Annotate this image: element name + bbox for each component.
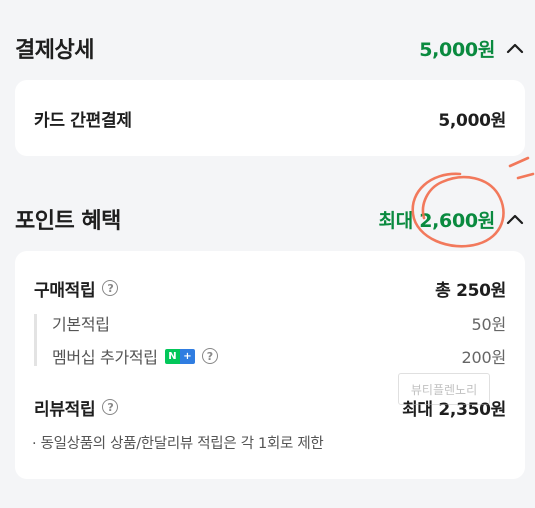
plus-icon: +: [179, 348, 195, 364]
payment-total: 5,000원: [419, 38, 495, 61]
membership-points-row: 멤버십 추가적립 N + ? 200원: [15, 343, 525, 369]
naver-n-icon: N: [164, 348, 180, 364]
naver-plus-icon: N +: [164, 348, 195, 364]
membership-points-value: 200원: [461, 348, 507, 367]
purchase-points-value: 총 250원: [435, 280, 506, 301]
membership-points-label-wrap: 멤버십 추가적립 N + ?: [52, 344, 218, 368]
payment-method-label: 카드 간편결제: [34, 110, 132, 131]
review-points-label: 리뷰적립: [34, 399, 96, 420]
help-icon[interactable]: ?: [102, 280, 119, 296]
watermark: 뷰티플렌노리: [398, 373, 490, 405]
review-limit-note: · 동일상품의 상품/한달리뷰 적립은 각 1회로 제한: [32, 436, 324, 452]
payment-method-row: 카드 간편결제 5,000원: [15, 80, 525, 156]
help-icon[interactable]: ?: [102, 399, 119, 415]
points-benefits-title: 포인트 혜택: [15, 209, 121, 234]
purchase-points-row: 구매적립 ? 총 250원: [15, 275, 525, 301]
chevron-up-icon[interactable]: [504, 37, 526, 59]
basic-points-label: 기본적립: [52, 315, 110, 334]
points-benefits-card: 구매적립 ? 총 250원 기본적립 50원 멤버십 추가적립 N + ? 20…: [15, 251, 525, 479]
purchase-points-label: 구매적립: [34, 280, 96, 301]
basic-points-value: 50원: [471, 315, 507, 334]
circle-annotation-icon: [411, 156, 535, 248]
payment-details-header[interactable]: 결제상세 5,000원: [0, 28, 535, 68]
review-points-label-wrap: 리뷰적립 ?: [34, 395, 119, 420]
basic-points-row: 기본적립 50원: [15, 310, 525, 336]
help-icon[interactable]: ?: [201, 348, 218, 364]
purchase-points-label-wrap: 구매적립 ?: [34, 276, 119, 301]
payment-details-title: 결제상세: [15, 38, 94, 63]
membership-points-label: 멤버십 추가적립: [52, 348, 158, 367]
payment-details-card: 카드 간편결제 5,000원: [15, 80, 525, 156]
payment-method-value: 5,000원: [438, 110, 506, 131]
